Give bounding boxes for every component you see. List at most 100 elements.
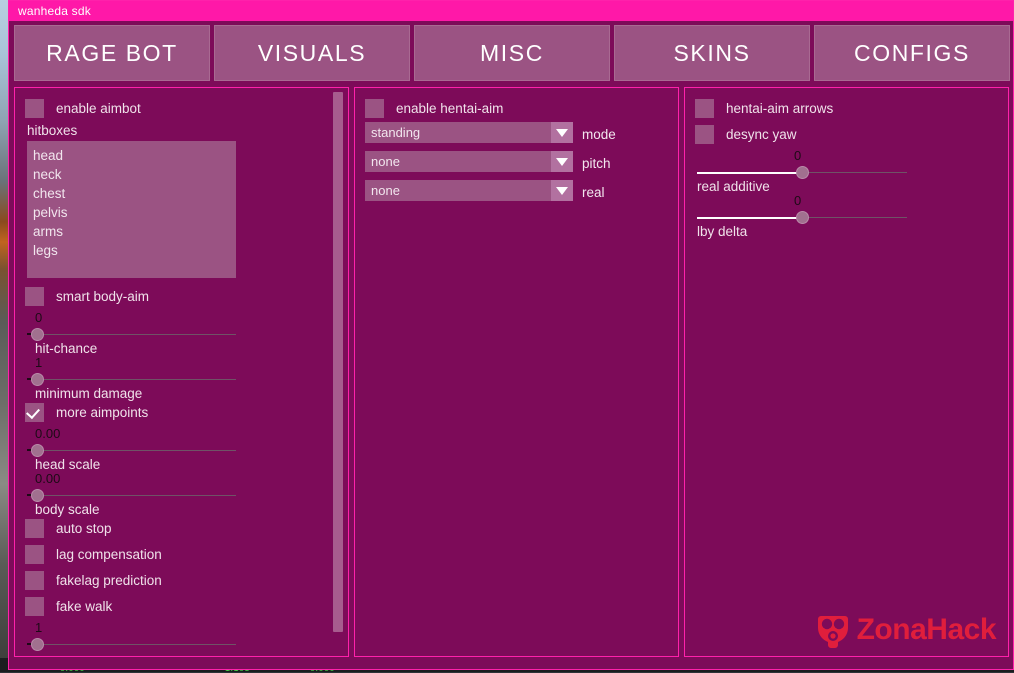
hit-chance-slider[interactable]: 0 hit-chance: [27, 310, 236, 356]
body-scale-knob[interactable]: [31, 489, 44, 502]
pitch-dropdown-label: pitch: [582, 156, 611, 171]
real-additive-fill: [697, 171, 802, 174]
real-dropdown-value: none: [371, 183, 400, 198]
hitboxes-listbox[interactable]: head neck chest pelvis arms legs: [27, 141, 236, 278]
smart-body-aim-row[interactable]: smart body-aim: [25, 284, 338, 309]
left-panel-scrollbar-thumb[interactable]: [333, 92, 343, 632]
lby-delta-value: 0: [794, 193, 802, 208]
tab-misc[interactable]: MISC: [414, 25, 610, 81]
real-additive-value: 0: [794, 148, 802, 163]
hentai-aim-arrows-row[interactable]: hentai-aim arrows: [695, 96, 998, 121]
tab-visuals[interactable]: VISUALS: [214, 25, 410, 81]
mode-dropdown-label: mode: [582, 127, 616, 142]
auto-stop-row[interactable]: auto stop: [25, 516, 338, 541]
tab-configs[interactable]: CONFIGS: [814, 25, 1010, 81]
fakelag-prediction-row[interactable]: fakelag prediction: [25, 568, 338, 593]
pitch-combo-row: none pitch: [365, 151, 668, 176]
minimum-damage-value: 1: [35, 355, 43, 370]
hitboxes-label: hitboxes: [27, 123, 78, 138]
more-aimpoints-row[interactable]: more aimpoints: [25, 400, 338, 425]
fake-walk-checkbox[interactable]: [25, 597, 44, 616]
body-scale-value: 0.00: [35, 471, 61, 486]
body-scale-caption: body scale: [35, 502, 100, 517]
list-item[interactable]: chest: [27, 184, 236, 203]
tab-misc-label: MISC: [480, 39, 544, 66]
body-scale-slider[interactable]: 0.00 body scale: [27, 471, 236, 517]
hit-chance-knob[interactable]: [31, 328, 44, 341]
hentai-aim-panel: enable hentai-aim standing mode none pit…: [354, 87, 679, 657]
enable-hentai-aim-checkbox[interactable]: [365, 99, 384, 118]
list-item[interactable]: arms: [27, 222, 236, 241]
panel-row: enable aimbot hitboxes head neck chest p…: [14, 87, 1010, 657]
lag-compensation-checkbox[interactable]: [25, 545, 44, 564]
hit-chance-track: [37, 334, 236, 335]
head-scale-slider[interactable]: 0.00 head scale: [27, 426, 236, 472]
last-slider-knob[interactable]: [31, 638, 44, 651]
head-scale-value: 0.00: [35, 426, 61, 441]
hentai-aim-arrows-checkbox[interactable]: [695, 99, 714, 118]
lby-delta-slider[interactable]: 0 lby delta: [697, 193, 907, 239]
aimbot-panel: enable aimbot hitboxes head neck chest p…: [14, 87, 349, 657]
enable-hentai-aim-row[interactable]: enable hentai-aim: [365, 96, 668, 121]
window-title-bar[interactable]: wanheda sdk: [9, 1, 1013, 21]
hentai-aim-panel-content: enable hentai-aim standing mode none pit…: [355, 88, 678, 656]
real-dropdown[interactable]: none: [365, 180, 573, 201]
minimum-damage-caption: minimum damage: [35, 386, 143, 401]
auto-stop-checkbox[interactable]: [25, 519, 44, 538]
desync-yaw-row[interactable]: desync yaw: [695, 122, 998, 147]
aimbot-panel-content: enable aimbot hitboxes head neck chest p…: [15, 88, 348, 656]
mode-combo-row: standing mode: [365, 122, 668, 147]
head-scale-track: [37, 450, 236, 451]
smart-body-aim-label: smart body-aim: [56, 289, 150, 304]
tab-bar: RAGE BOT VISUALS MISC SKINS CONFIGS: [14, 25, 1010, 81]
real-additive-slider[interactable]: 0 real additive: [697, 148, 907, 194]
mode-dropdown[interactable]: standing: [365, 122, 573, 143]
last-slider-track: [37, 644, 236, 645]
enable-aimbot-label: enable aimbot: [56, 101, 141, 116]
head-scale-knob[interactable]: [31, 444, 44, 457]
list-item[interactable]: legs: [27, 241, 236, 260]
chevron-down-icon[interactable]: [551, 122, 573, 143]
left-panel-scrollbar[interactable]: [332, 92, 344, 652]
mode-dropdown-value: standing: [371, 125, 421, 140]
auto-stop-label: auto stop: [56, 521, 112, 536]
last-slider[interactable]: 1: [27, 620, 236, 656]
list-item[interactable]: pelvis: [27, 203, 236, 222]
tab-rage-bot[interactable]: RAGE BOT: [14, 25, 210, 81]
desync-yaw-label: desync yaw: [726, 127, 797, 142]
minimum-damage-knob[interactable]: [31, 373, 44, 386]
lby-delta-knob[interactable]: [796, 211, 809, 224]
lby-delta-caption: lby delta: [697, 224, 748, 239]
real-additive-knob[interactable]: [796, 166, 809, 179]
enable-aimbot-checkbox[interactable]: [25, 99, 44, 118]
fake-walk-row[interactable]: fake walk: [25, 594, 338, 619]
minimum-damage-slider[interactable]: 1 minimum damage: [27, 355, 236, 401]
list-item[interactable]: neck: [27, 165, 236, 184]
chevron-down-icon[interactable]: [551, 180, 573, 201]
real-additive-caption: real additive: [697, 179, 770, 194]
list-item[interactable]: head: [27, 146, 236, 165]
more-aimpoints-checkbox[interactable]: [25, 403, 44, 422]
tab-skins[interactable]: SKINS: [614, 25, 810, 81]
minimum-damage-track: [37, 379, 236, 380]
desync-panel-content: hentai-aim arrows desync yaw 0 real addi…: [685, 88, 1008, 656]
lag-compensation-label: lag compensation: [56, 547, 162, 562]
hentai-aim-arrows-label: hentai-aim arrows: [726, 101, 834, 116]
smart-body-aim-checkbox[interactable]: [25, 287, 44, 306]
enable-aimbot-row[interactable]: enable aimbot: [25, 96, 338, 121]
pitch-dropdown[interactable]: none: [365, 151, 573, 172]
lag-compensation-row[interactable]: lag compensation: [25, 542, 338, 567]
hit-chance-caption: hit-chance: [35, 341, 98, 356]
real-combo-row: none real: [365, 180, 668, 205]
tab-rage-bot-label: RAGE BOT: [46, 39, 178, 66]
last-slider-value: 1: [35, 620, 43, 635]
cheat-menu-window: wanheda sdk RAGE BOT VISUALS MISC SKINS …: [8, 0, 1014, 670]
chevron-down-icon[interactable]: [551, 151, 573, 172]
head-scale-caption: head scale: [35, 457, 101, 472]
desync-yaw-checkbox[interactable]: [695, 125, 714, 144]
fakelag-prediction-checkbox[interactable]: [25, 571, 44, 590]
enable-hentai-aim-label: enable hentai-aim: [396, 101, 504, 116]
fake-walk-label: fake walk: [56, 599, 113, 614]
tab-visuals-label: VISUALS: [257, 39, 367, 66]
real-dropdown-label: real: [582, 185, 605, 200]
